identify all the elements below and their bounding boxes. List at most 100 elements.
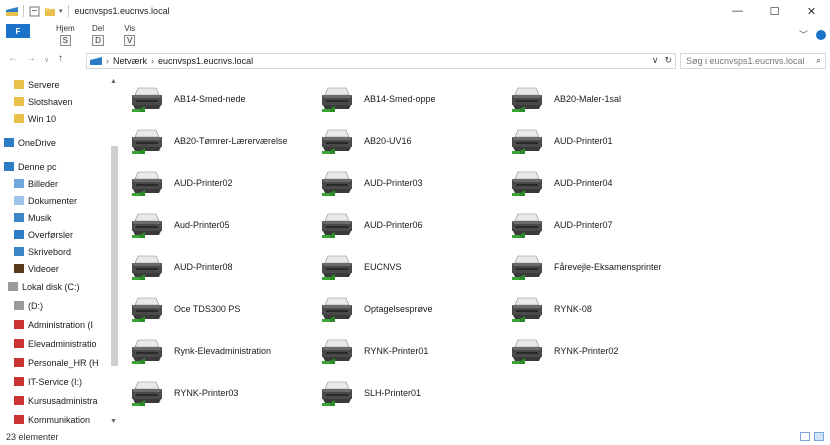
printer-item[interactable]: AB14-Smed-nede: [130, 80, 246, 118]
sidebar-item[interactable]: Skrivebord: [14, 243, 71, 260]
printer-item[interactable]: RYNK-Printer03: [130, 374, 238, 412]
sidebar-item-label: Musik: [28, 212, 52, 223]
sidebar-item[interactable]: Overførsler: [14, 226, 73, 243]
printer-name: Oce TDS300 PS: [174, 304, 241, 314]
content-pane: AB14-Smed-nede AB14-Smed-oppe AB20-Maler-1…: [130, 80, 810, 420]
printer-item[interactable]: AUD-Printer02: [130, 164, 233, 202]
expand-ribbon-icon[interactable]: ﹀: [799, 28, 808, 41]
address-bar[interactable]: › Netværk › eucnvsps1.eucnvs.local ∨ ↻: [86, 53, 676, 69]
printer-item[interactable]: RYNK-08: [510, 290, 592, 328]
sidebar-item-label: Kursusadministra: [28, 395, 98, 406]
printer-item[interactable]: AUD-Printer01: [510, 122, 613, 160]
downloads-icon: [14, 230, 24, 239]
breadcrumb-network[interactable]: Netværk: [113, 56, 147, 66]
details-view-icon[interactable]: [800, 432, 810, 441]
printer-item[interactable]: Rynk-Elevadministration: [130, 332, 271, 370]
printer-item[interactable]: AB14-Smed-oppe: [320, 80, 436, 118]
customize-toolbar-icon[interactable]: ▾: [59, 7, 63, 15]
tab-view[interactable]: Vis V: [124, 24, 136, 46]
tab-label: Hjem: [56, 24, 75, 33]
recent-locations-icon[interactable]: ∨: [44, 56, 49, 64]
sidebar-item[interactable]: Denne pc: [4, 158, 57, 175]
back-button[interactable]: ←: [8, 53, 18, 64]
scrollbar-thumb[interactable]: [111, 146, 118, 366]
sidebar-item[interactable]: Slotshaven: [14, 93, 73, 110]
printer-icon: [322, 255, 352, 280]
printer-item[interactable]: RYNK-Printer01: [320, 332, 428, 370]
printer-item[interactable]: RYNK-Printer02: [510, 332, 618, 370]
sidebar-item-label: Elevadministratio: [28, 338, 97, 349]
nav-scrollbar[interactable]: ▲ ▼: [108, 76, 120, 428]
network-drive-icon: [14, 339, 24, 348]
printer-item[interactable]: EUCNVS: [320, 248, 402, 286]
sidebar-item[interactable]: Servere: [14, 76, 60, 93]
search-placeholder: Søg i eucnvsps1.eucnvs.local: [686, 56, 805, 66]
chevron-down-icon[interactable]: ∨: [652, 55, 659, 66]
printer-item[interactable]: AUD-Printer03: [320, 164, 423, 202]
scroll-down-icon[interactable]: ▼: [110, 418, 117, 425]
printer-icon: [512, 171, 542, 196]
scroll-up-icon[interactable]: ▲: [110, 78, 117, 85]
printer-item[interactable]: AUD-Printer08: [130, 248, 233, 286]
sidebar-item[interactable]: Lokal disk (C:): [8, 278, 80, 295]
printer-name: Optagelsesprøve: [364, 304, 433, 314]
printer-item[interactable]: Aud-Printer05: [130, 206, 230, 244]
sidebar-item[interactable]: Dokumenter: [14, 192, 77, 209]
printer-name: RYNK-Printer01: [364, 346, 429, 356]
title-bar: ▾ eucnvsps1.eucnvs.local — ☐ ✕: [0, 0, 830, 22]
computer-icon: [4, 162, 14, 171]
network-drive-icon: [14, 377, 24, 386]
printer-item[interactable]: AB20-Maler-1sal: [510, 80, 621, 118]
up-button[interactable]: ↑: [58, 53, 63, 64]
printer-icon: [512, 87, 542, 112]
tab-home[interactable]: Hjem S: [56, 24, 75, 46]
refresh-icon[interactable]: ↻: [664, 55, 672, 66]
maximize-button[interactable]: ☐: [756, 0, 793, 22]
new-folder-icon[interactable]: [44, 6, 56, 17]
printer-item[interactable]: AB20-Tømrer-Lærerværelse: [130, 122, 288, 160]
printer-item[interactable]: Fårevejle-Eksamensprinter: [510, 248, 662, 286]
properties-icon[interactable]: [29, 6, 41, 17]
printer-item[interactable]: AUD-Printer07: [510, 206, 613, 244]
printer-item[interactable]: Optagelsesprøve: [320, 290, 433, 328]
sidebar-item[interactable]: Kursusadministra: [14, 392, 98, 409]
window-title: eucnvsps1.eucnvs.local: [74, 6, 170, 16]
forward-button[interactable]: →: [26, 53, 36, 64]
printer-item[interactable]: AB20-UV16: [320, 122, 412, 160]
breadcrumb-server[interactable]: eucnvsps1.eucnvs.local: [158, 56, 253, 66]
printer-item[interactable]: AUD-Printer06: [320, 206, 423, 244]
printer-name: RYNK-Printer03: [174, 388, 239, 398]
sidebar-item[interactable]: Kommunikation: [14, 411, 90, 428]
sidebar-item[interactable]: (D:): [14, 297, 43, 314]
help-icon[interactable]: [816, 29, 826, 40]
minimize-button[interactable]: —: [719, 0, 756, 22]
printer-name: AB14-Smed-oppe: [364, 94, 436, 104]
chevron-right-icon: ›: [151, 56, 155, 66]
tab-file[interactable]: F: [6, 24, 30, 38]
printer-item[interactable]: SLH-Printer01: [320, 374, 421, 412]
sidebar-item[interactable]: Personale_HR (H: [14, 354, 99, 371]
printer-name: SLH-Printer01: [364, 388, 422, 398]
network-drive-icon: [14, 415, 24, 424]
drive-icon: [8, 282, 18, 291]
printer-item[interactable]: Oce TDS300 PS: [130, 290, 240, 328]
large-icons-view-icon[interactable]: [814, 432, 824, 441]
sidebar-item[interactable]: Musik: [14, 209, 52, 226]
quick-access-toolbar: ▾: [0, 0, 71, 22]
explorer-icon[interactable]: [6, 6, 18, 17]
search-icon: ⌕: [815, 55, 821, 65]
sidebar-item[interactable]: Elevadministratio: [14, 335, 97, 352]
close-button[interactable]: ✕: [793, 0, 830, 22]
sidebar-item[interactable]: Billeder: [14, 175, 58, 192]
tab-share[interactable]: Del D: [92, 24, 104, 46]
printer-name: Aud-Printer05: [174, 220, 230, 230]
sidebar-item[interactable]: Win 10: [14, 110, 56, 127]
search-input[interactable]: Søg i eucnvsps1.eucnvs.local ⌕: [680, 53, 826, 69]
sidebar-item[interactable]: Administration (I: [14, 316, 93, 333]
printer-item[interactable]: AUD-Printer04: [510, 164, 613, 202]
sidebar-item[interactable]: Videoer: [14, 260, 59, 277]
sidebar-item[interactable]: IT-Service (I:): [14, 373, 82, 390]
sidebar-item-label: Skrivebord: [28, 246, 72, 257]
sidebar-item-label: IT-Service (I:): [28, 376, 83, 387]
sidebar-item[interactable]: OneDrive: [4, 134, 56, 151]
